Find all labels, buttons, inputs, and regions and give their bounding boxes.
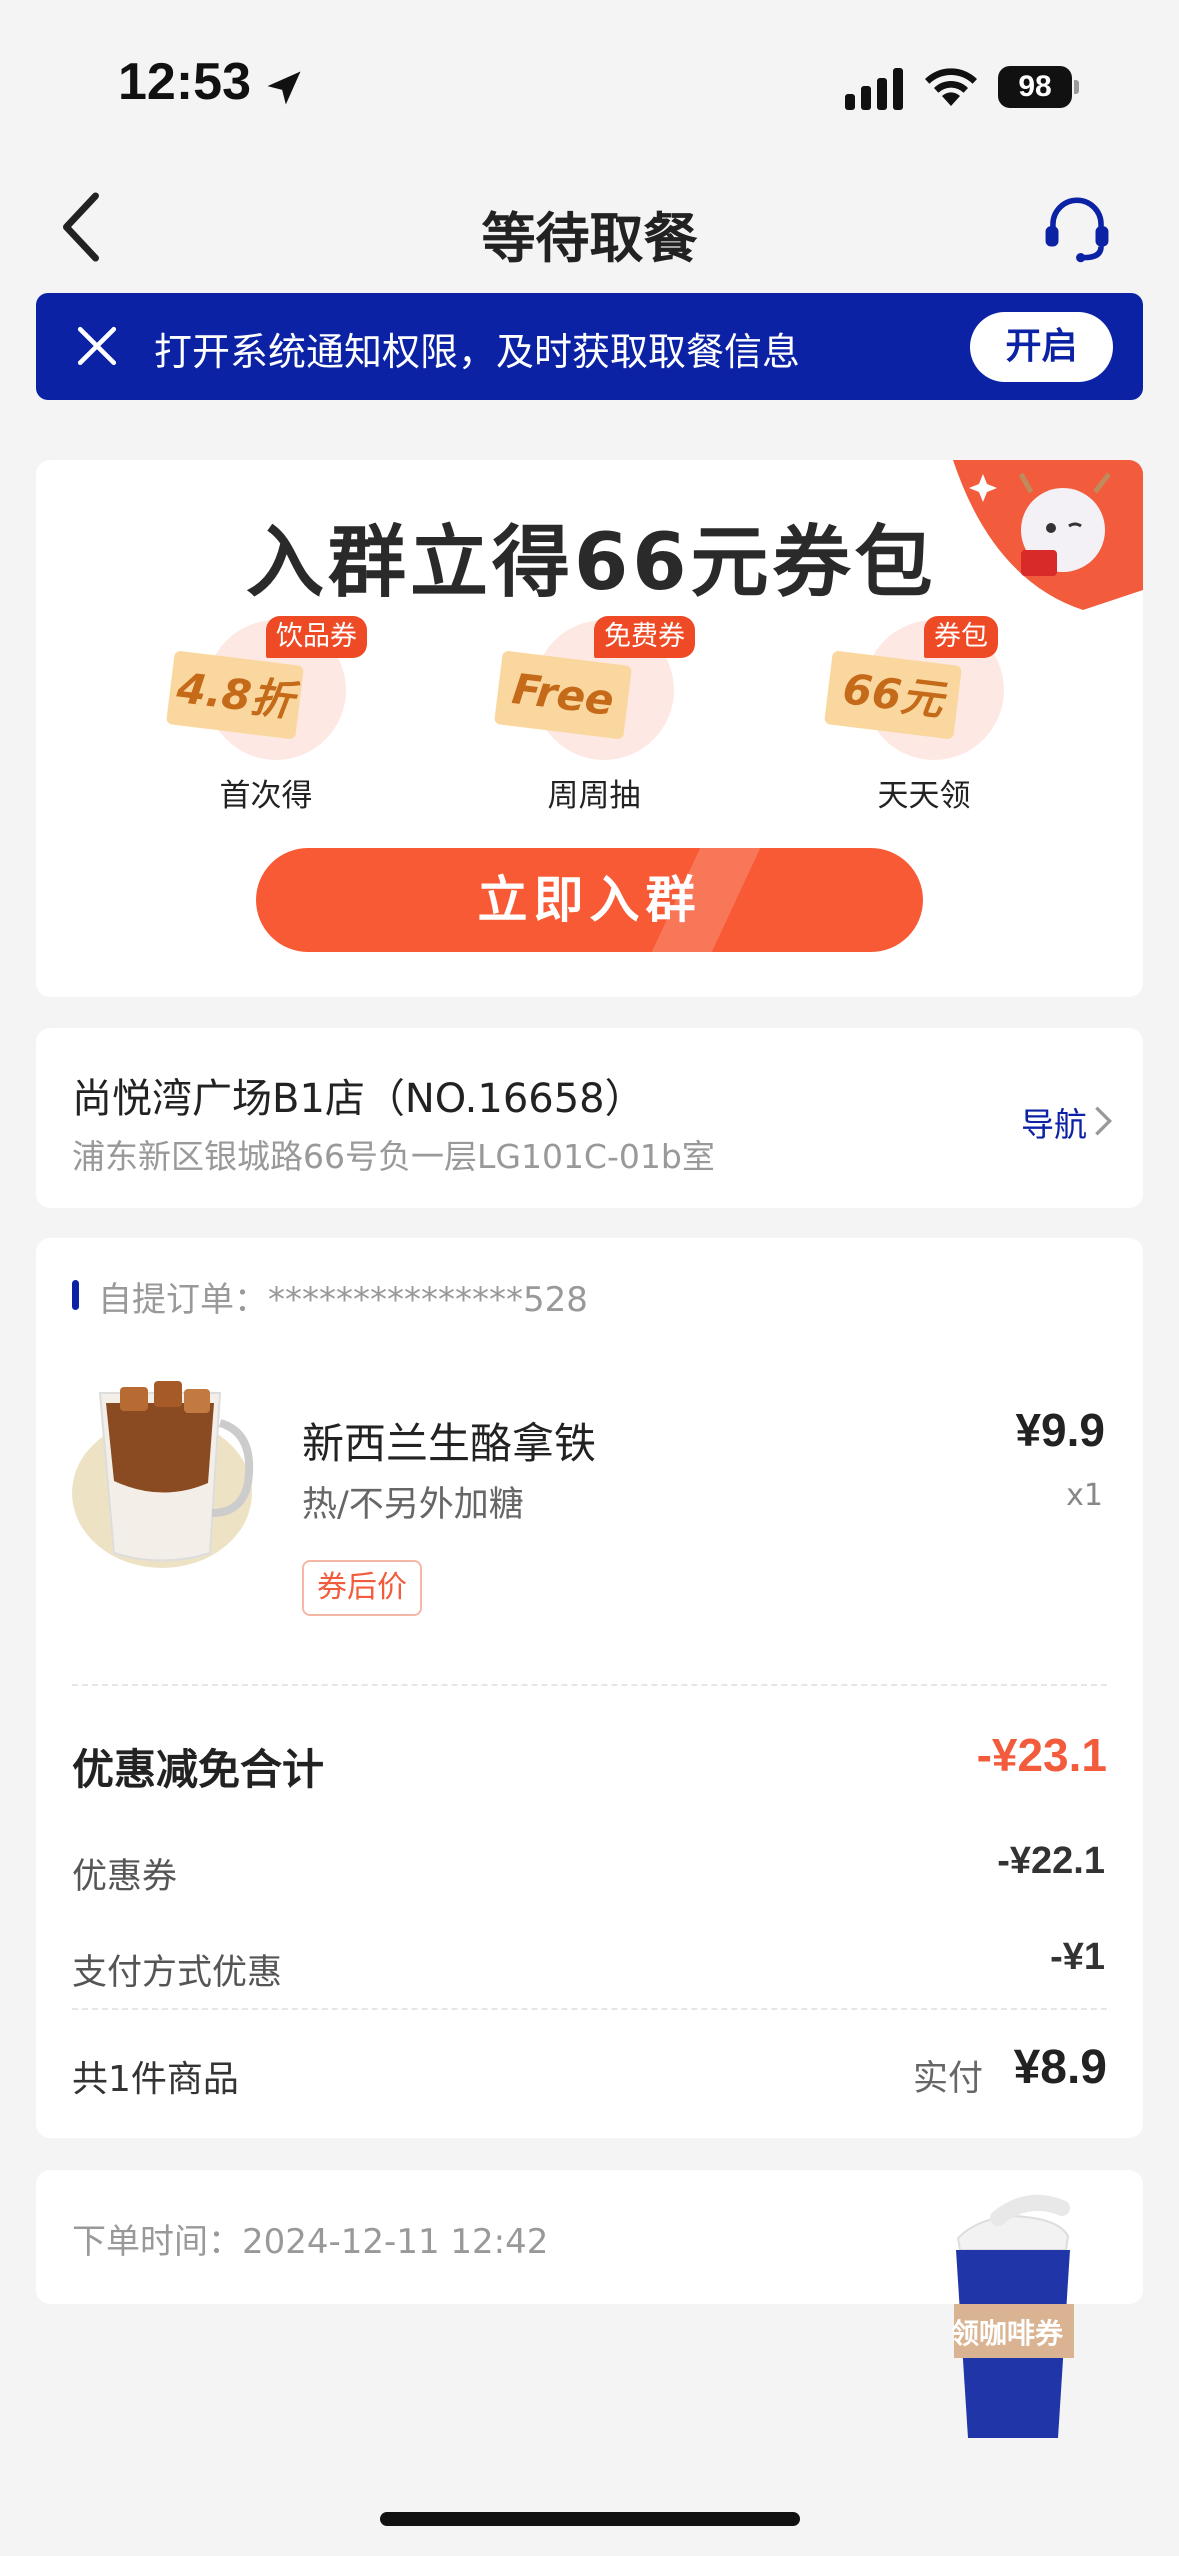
product-image — [72, 1381, 254, 1568]
battery-icon: 98 — [998, 66, 1079, 108]
order-time: 下单时间：2024-12-11 12:42 — [72, 2222, 549, 2262]
chevron-right-icon[interactable] — [1093, 1104, 1113, 1138]
product-spec: 热/不另外加糖 — [302, 1485, 524, 1525]
group-promo-card: 入群立得66元券包 4.8折 饮品券 首次得 Free 免费券 周周抽 66元 … — [36, 460, 1143, 997]
store-address: 浦东新区银城路66号负一层LG101C-01b室 — [72, 1137, 715, 1176]
perk-badge: 免费券 — [594, 616, 695, 658]
product-quantity: x1 — [1066, 1478, 1103, 1513]
cellular-signal-icon — [845, 68, 903, 110]
status-time: 12:53 — [118, 53, 251, 111]
perk-free-coupon: Free 免费券 周周抽 — [474, 616, 714, 820]
order-label-marker — [72, 1280, 79, 1310]
perk-label: 首次得 — [219, 778, 313, 814]
notification-text: 打开系统通知权限，及时获取取餐信息 — [154, 330, 801, 374]
paid-label: 实付 — [912, 2059, 983, 2099]
product-price: ¥9.9 — [1015, 1404, 1105, 1456]
item-count: 共1件商品 — [72, 2059, 239, 2100]
join-group-button[interactable]: 立即入群 — [256, 848, 923, 952]
close-icon[interactable] — [76, 325, 118, 367]
perk-drink-coupon: 4.8折 饮品券 首次得 — [146, 616, 386, 820]
perk-badge: 券包 — [924, 616, 998, 658]
customer-service-icon[interactable] — [1040, 190, 1114, 266]
status-bar: 12:53 98 — [0, 0, 1179, 170]
store-card: 尚悦湾广场B1店（NO.16658） 浦东新区银城路66号负一层LG101C-0… — [36, 1028, 1143, 1208]
page-title: 等待取餐 — [481, 207, 698, 270]
discount-total-value: -¥23.1 — [976, 1729, 1107, 1781]
perk-coupon-pack: 66元 券包 天天领 — [804, 616, 1044, 820]
order-number: 自提订单：***************528 — [98, 1280, 588, 1320]
coffee-coupon-label: 领咖啡券 — [950, 2317, 1063, 2350]
coupon-price-tag: 券后价 — [302, 1560, 422, 1616]
perk-label: 天天领 — [877, 778, 971, 814]
coupon-row-value: -¥22.1 — [997, 1840, 1105, 1882]
battery-level: 98 — [998, 66, 1072, 108]
location-arrow-icon — [267, 71, 301, 105]
promo-title: 入群立得66元券包 — [246, 518, 937, 608]
product-name: 新西兰生酪拿铁 — [302, 1419, 597, 1468]
enable-notification-button[interactable]: 开启 — [970, 312, 1113, 382]
perk-label: 周周抽 — [547, 778, 641, 814]
discount-total-label: 优惠减免合计 — [72, 1745, 325, 1794]
coupon-row-label: 优惠券 — [72, 1857, 178, 1897]
order-card: 自提订单：***************528 新西兰生酪拿铁 热/不另外加糖 … — [36, 1238, 1143, 2138]
perk-ticket: 4.8折 — [165, 650, 305, 740]
notification-banner: 打开系统通知权限，及时获取取餐信息 开启 — [36, 293, 1143, 400]
wifi-icon — [925, 68, 977, 106]
join-group-label: 立即入群 — [477, 871, 702, 929]
navigation-bar: 等待取餐 — [0, 170, 1179, 290]
paid-amount: ¥8.9 — [1013, 2041, 1107, 2094]
payment-discount-label: 支付方式优惠 — [72, 1953, 283, 1993]
perk-ticket: Free — [493, 650, 633, 740]
divider — [72, 2008, 1107, 2010]
divider — [72, 1684, 1107, 1686]
perk-ticket: 66元 — [823, 650, 963, 740]
store-name: 尚悦湾广场B1店（NO.16658） — [72, 1076, 645, 1122]
mascot-image — [953, 460, 1143, 610]
payment-discount-value: -¥1 — [1050, 1936, 1105, 1978]
home-indicator — [380, 2512, 800, 2526]
navigation-link[interactable]: 导航 — [1021, 1098, 1087, 1146]
perk-badge: 饮品券 — [266, 616, 367, 658]
